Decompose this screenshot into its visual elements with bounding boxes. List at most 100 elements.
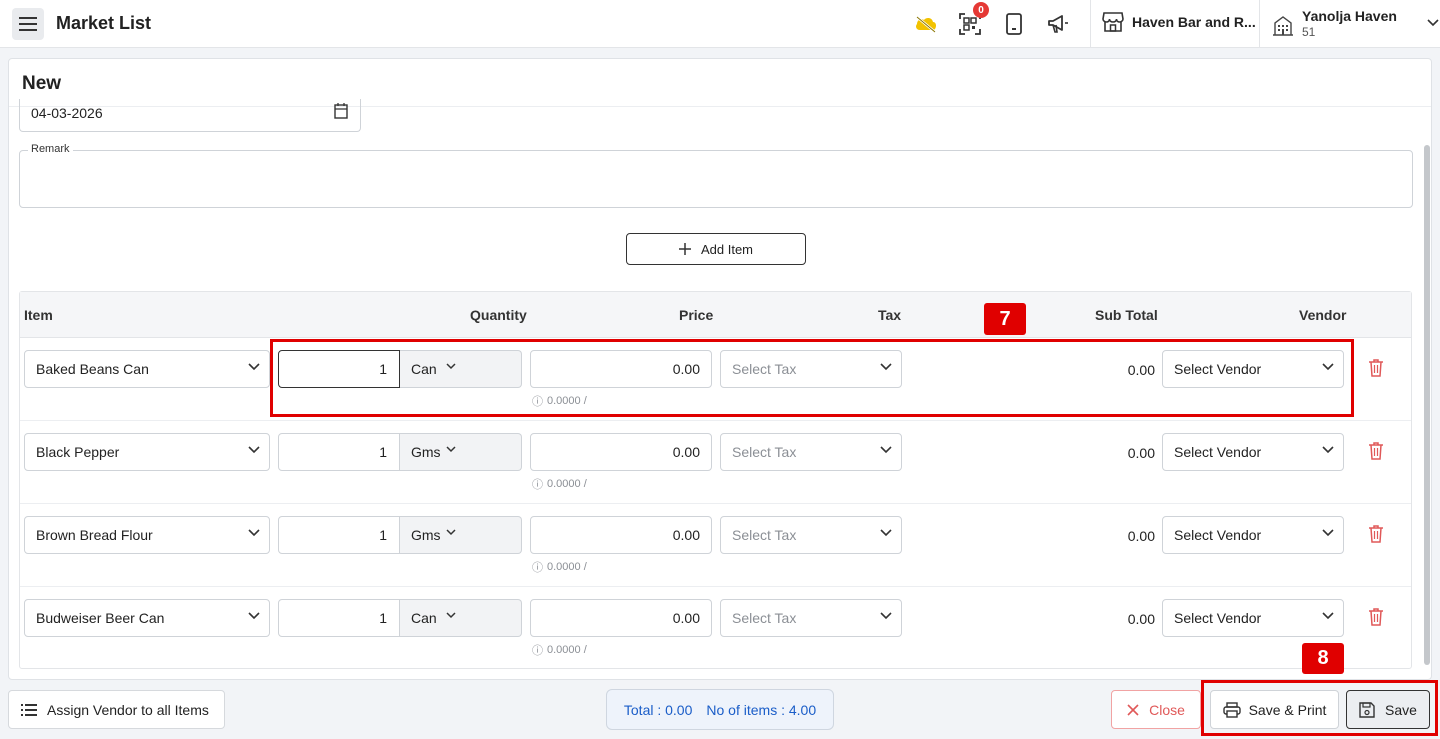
unit-value: Gms xyxy=(411,527,441,543)
tablet-icon[interactable] xyxy=(1002,12,1026,36)
vendor-placeholder: Select Vendor xyxy=(1174,527,1262,543)
chevron-down-icon xyxy=(248,612,260,620)
vendor-placeholder: Select Vendor xyxy=(1174,610,1262,626)
page-title: Market List xyxy=(56,13,152,33)
column-vendor: Vendor xyxy=(1299,307,1347,323)
divider xyxy=(1259,0,1260,48)
price-hint: ⓘ 0.0000 / xyxy=(532,476,587,492)
chevron-down-icon xyxy=(248,363,260,371)
delete-icon[interactable] xyxy=(1368,608,1384,626)
info-icon: ⓘ xyxy=(532,562,543,574)
user-menu[interactable]: Yanolja Haven 51 xyxy=(1272,8,1439,40)
chevron-down-icon xyxy=(1322,612,1334,620)
unit-value: Can xyxy=(411,610,437,626)
calendar-icon[interactable] xyxy=(334,103,348,119)
price-hint-text: 0.0000 / xyxy=(547,561,587,573)
assign-vendor-button[interactable]: Assign Vendor to all Items xyxy=(8,690,225,729)
chevron-down-icon xyxy=(1322,529,1334,537)
tax-placeholder: Select Tax xyxy=(732,444,797,460)
item-select[interactable]: Black Pepper xyxy=(24,433,270,471)
column-item: Item xyxy=(24,307,53,323)
close-label: Close xyxy=(1149,701,1185,718)
info-icon: ⓘ xyxy=(532,645,543,657)
tax-placeholder: Select Tax xyxy=(732,610,797,626)
total-amount: Total : 0.00 xyxy=(623,701,693,718)
megaphone-icon[interactable] xyxy=(1046,12,1070,36)
outlet-selector[interactable]: Haven Bar and R... xyxy=(1102,12,1256,32)
subtotal-value: 0.00 xyxy=(1127,445,1155,461)
annotation-tag-8: 8 xyxy=(1302,643,1344,674)
close-button[interactable]: Close xyxy=(1111,690,1201,729)
unit-select[interactable]: Can xyxy=(400,599,522,637)
quantity-input[interactable]: 1 xyxy=(278,433,400,471)
price-hint: ⓘ 0.0000 / xyxy=(532,642,587,658)
quantity-value: 1 xyxy=(379,527,387,543)
notification-badge: 0 xyxy=(973,2,989,18)
assign-vendor-label: Assign Vendor to all Items xyxy=(47,701,209,718)
annotation-box-8 xyxy=(1201,680,1438,736)
quantity-input[interactable]: 1 xyxy=(278,599,400,637)
tax-select[interactable]: Select Tax xyxy=(720,433,902,471)
quantity-input[interactable]: 1 xyxy=(278,516,400,554)
chevron-down-icon xyxy=(880,529,892,537)
vendor-select[interactable]: Select Vendor xyxy=(1162,516,1344,554)
price-value: 0.00 xyxy=(672,444,700,460)
user-name: Yanolja Haven xyxy=(1302,8,1397,24)
add-item-button[interactable]: Add Item xyxy=(626,233,806,265)
table-row: Black Pepper 1 Gms 0.00 ⓘ 0.0000 / Select… xyxy=(20,421,1411,504)
delete-icon[interactable] xyxy=(1368,359,1384,377)
table-row: Budweiser Beer Can 1 Can 0.00 ⓘ 0.0000 / … xyxy=(20,587,1411,670)
menu-icon xyxy=(19,17,37,31)
remark-field[interactable]: Remark xyxy=(19,143,1413,208)
column-subtotal: Sub Total xyxy=(1095,307,1158,323)
date-field[interactable]: 04-03-2026 xyxy=(19,99,361,132)
vendor-placeholder: Select Vendor xyxy=(1174,444,1262,460)
item-select[interactable]: Baked Beans Can xyxy=(24,350,270,388)
scrollbar-thumb[interactable] xyxy=(1424,145,1430,665)
plus-icon xyxy=(678,243,691,255)
annotation-box-7 xyxy=(270,339,1354,417)
menu-button[interactable] xyxy=(12,8,44,40)
table-row: Brown Bread Flour 1 Gms 0.00 ⓘ 0.0000 / S… xyxy=(20,504,1411,587)
tax-select[interactable]: Select Tax xyxy=(720,516,902,554)
chevron-down-icon xyxy=(446,529,456,536)
delete-icon[interactable] xyxy=(1368,442,1384,460)
annotation-tag-7: 7 xyxy=(984,303,1026,335)
item-name: Black Pepper xyxy=(36,444,120,460)
quantity-value: 1 xyxy=(379,610,387,626)
subtotal-value: 0.00 xyxy=(1127,528,1155,544)
chevron-down-icon xyxy=(1322,446,1334,454)
top-bar: Market List 0 Haven Bar and R... Yanolja… xyxy=(0,0,1440,48)
vendor-select[interactable]: Select Vendor xyxy=(1162,599,1344,637)
table-header: Item Quantity Price Tax Sub Total Vendor xyxy=(20,292,1411,338)
item-select[interactable]: Brown Bread Flour xyxy=(24,516,270,554)
remark-label: Remark xyxy=(28,143,73,155)
tax-select[interactable]: Select Tax xyxy=(720,599,902,637)
item-select[interactable]: Budweiser Beer Can xyxy=(24,599,270,637)
vendor-select[interactable]: Select Vendor xyxy=(1162,433,1344,471)
column-price: Price xyxy=(679,307,714,323)
delete-icon[interactable] xyxy=(1368,525,1384,543)
subtotal-value: 0.00 xyxy=(1127,611,1155,627)
divider xyxy=(1090,0,1091,48)
info-icon: ⓘ xyxy=(532,479,543,491)
scrollbar[interactable] xyxy=(1423,107,1431,677)
cloud-off-icon[interactable] xyxy=(914,12,938,36)
unit-select[interactable]: Gms xyxy=(400,516,522,554)
chevron-down-icon xyxy=(446,446,456,453)
chevron-down-icon xyxy=(248,529,260,537)
price-input[interactable]: 0.00 xyxy=(530,516,712,554)
building-icon xyxy=(1273,16,1293,36)
item-name: Budweiser Beer Can xyxy=(36,610,165,626)
item-name: Baked Beans Can xyxy=(36,361,149,377)
tax-placeholder: Select Tax xyxy=(732,527,797,543)
close-icon xyxy=(1127,703,1139,716)
price-hint-text: 0.0000 / xyxy=(547,478,587,490)
unit-select[interactable]: Gms xyxy=(400,433,522,471)
item-count: No of items : 4.00 xyxy=(706,701,817,718)
price-value: 0.00 xyxy=(672,610,700,626)
price-input[interactable]: 0.00 xyxy=(530,599,712,637)
qr-scanner-button[interactable]: 0 xyxy=(958,2,989,36)
price-input[interactable]: 0.00 xyxy=(530,433,712,471)
item-name: Brown Bread Flour xyxy=(36,527,153,543)
